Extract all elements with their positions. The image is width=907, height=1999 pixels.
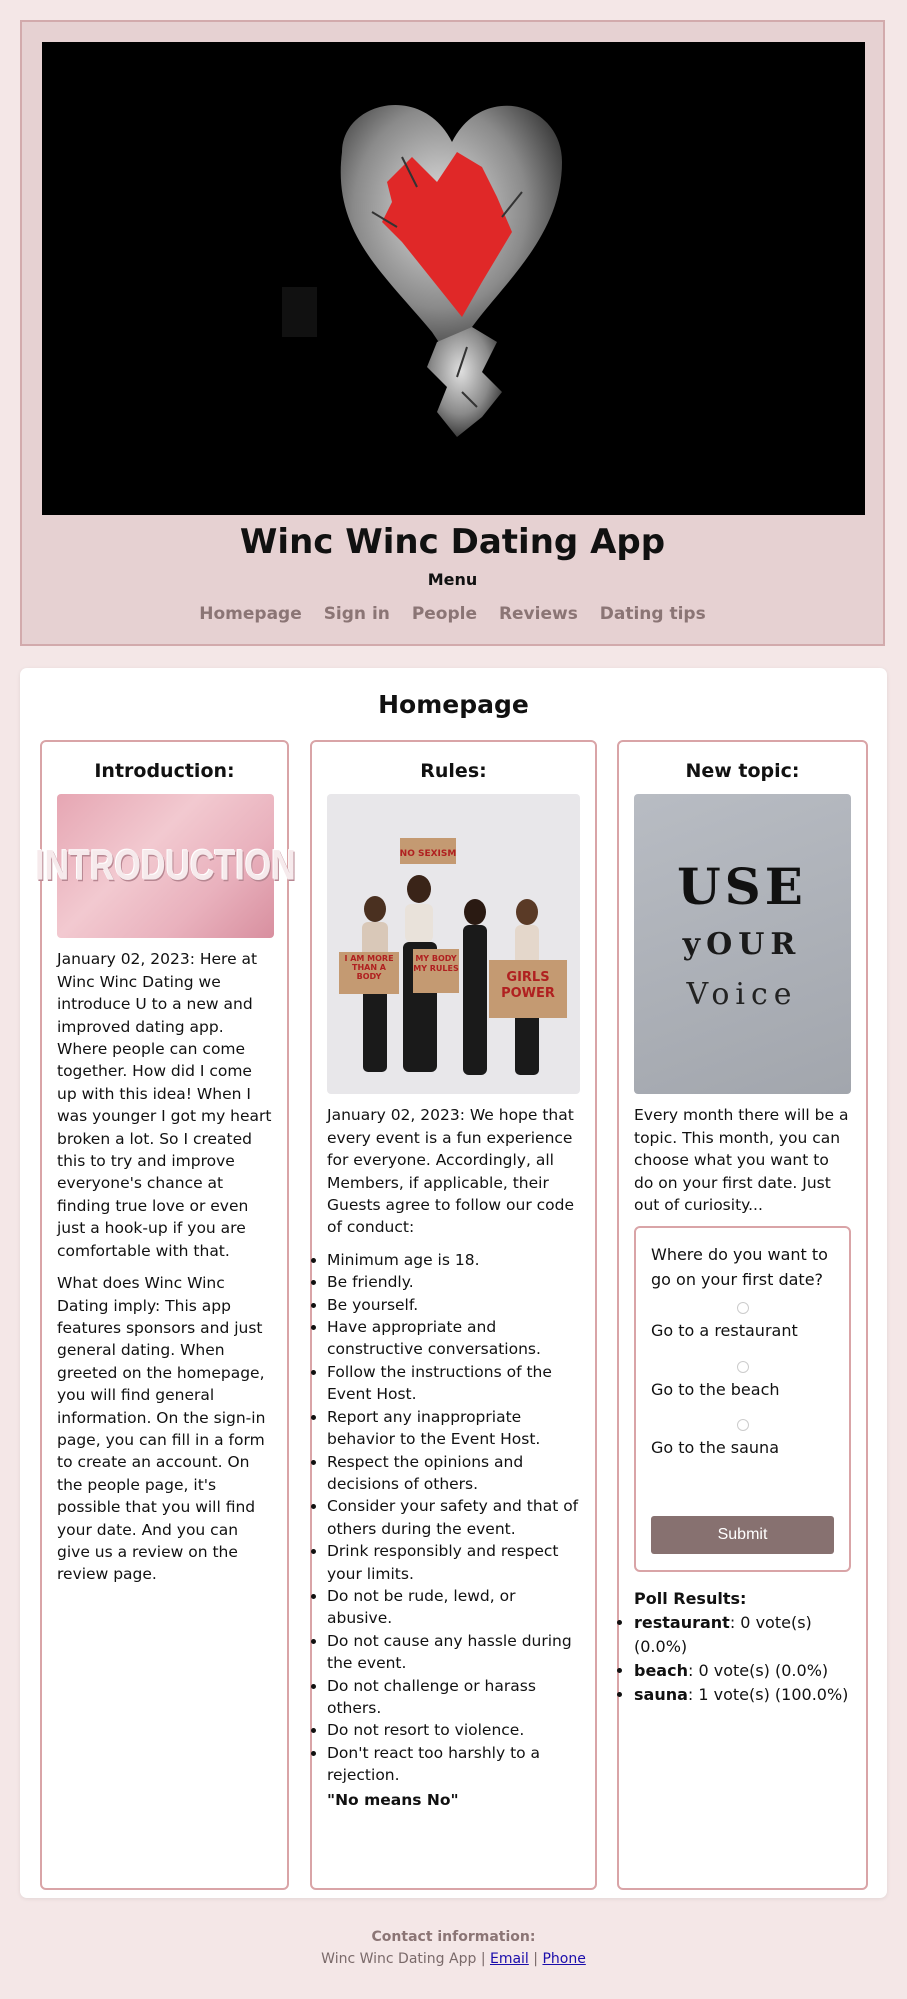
poll-results-list: restaurant: 0 vote(s) (0.0%) beach: 0 vo…: [618, 1611, 851, 1707]
protest-sign-girls-power: GIRLS POWER: [489, 960, 567, 1019]
rule-item: Do not challenge or harass others.: [327, 1675, 580, 1720]
rule-item: Have appropriate and constructive conver…: [327, 1316, 580, 1361]
introduction-heading: Introduction:: [94, 760, 235, 782]
sign-text-2: MY BODY MY RULES: [413, 954, 459, 974]
email-link[interactable]: Email: [490, 1951, 529, 1967]
page-title: Homepage: [378, 690, 529, 719]
rules-list: Minimum age is 18. Be friendly. Be yours…: [311, 1249, 580, 1787]
phone-link[interactable]: Phone: [542, 1951, 585, 1967]
rule-item: Drink responsibly and respect your limit…: [327, 1540, 580, 1585]
rules-intro: January 02, 2023: We hope that every eve…: [327, 1106, 575, 1237]
poll-result-item: sauna: 1 vote(s) (100.0%): [634, 1683, 851, 1707]
nav-people[interactable]: People: [412, 604, 477, 624]
collage-word-1: yOUR: [682, 927, 802, 962]
rule-item: Do not resort to violence.: [327, 1719, 580, 1741]
rule-item: Follow the instructions of the Event Hos…: [327, 1361, 580, 1406]
introduction-image-text: INTRODUCTION: [35, 842, 296, 890]
poll-result-name: restaurant: [634, 1612, 730, 1632]
rule-item: Be friendly.: [327, 1271, 580, 1293]
broken-heart-icon: [282, 104, 562, 437]
new-topic-card: New topic: USE yOUR Voice Every month th…: [617, 740, 868, 1890]
poll-result-name: sauna: [634, 1684, 688, 1704]
footer-separator: |: [533, 1951, 538, 1967]
sign-text-3: GIRLS POWER: [501, 970, 555, 1002]
nav-homepage[interactable]: Homepage: [199, 604, 302, 624]
protest-sign-my-body: MY BODY MY RULES: [413, 949, 459, 994]
protest-women-illustration: NO SEXISM I AM MORE THAN A BODY MY BODY …: [339, 838, 567, 1076]
poll-result-count: : 1 vote(s) (100.0%): [687, 1684, 849, 1704]
site-header: Winc Winc Dating App Menu Homepage Sign …: [20, 20, 885, 646]
rule-item: Do not be rude, lewd, or abusive.: [327, 1585, 580, 1630]
main-content: Homepage Introduction: INTRODUCTION Janu…: [20, 668, 887, 1898]
poll-option-label: Go to the sauna: [651, 1438, 779, 1458]
poll-option-sauna[interactable]: Go to the sauna: [651, 1419, 834, 1457]
nav-dating-tips[interactable]: Dating tips: [600, 604, 706, 624]
poll-option-label: Go to a restaurant: [651, 1321, 798, 1341]
rules-closing: "No means No": [327, 1790, 459, 1809]
first-date-poll: Where do you want to go on your first da…: [634, 1226, 851, 1573]
poll-option-beach[interactable]: Go to the beach: [651, 1360, 834, 1399]
poll-radio-beach[interactable]: [736, 1360, 749, 1373]
rule-item: Do not cause any hassle during the event…: [327, 1630, 580, 1675]
broken-heart-hero-image: [42, 42, 865, 515]
sign-text-1: I AM MORE THAN A BODY: [344, 954, 394, 982]
sign-text-0: NO SEXISM: [400, 849, 457, 859]
introduction-card: Introduction: INTRODUCTION January 02, 2…: [35, 740, 296, 1890]
nav-reviews[interactable]: Reviews: [499, 604, 578, 624]
protest-sign-more-than-body: I AM MORE THAN A BODY: [339, 952, 399, 995]
contact-line: Winc Winc Dating App | Email | Phone: [0, 1948, 907, 1970]
poll-radio-sauna[interactable]: [736, 1419, 749, 1432]
use-your-voice-image: USE yOUR Voice: [634, 794, 851, 1095]
poll-question: Where do you want to go on your first da…: [651, 1245, 828, 1290]
poll-results-title: Poll Results:: [634, 1589, 747, 1609]
rule-item: Respect the opinions and decisions of ot…: [327, 1451, 580, 1496]
rule-item: Don't react too harshly to a rejection.: [327, 1742, 580, 1787]
rule-item: Minimum age is 18.: [327, 1249, 580, 1271]
poll-result-count: : 0 vote(s) (0.0%): [687, 1660, 829, 1680]
nav-sign-in[interactable]: Sign in: [324, 604, 390, 624]
rules-heading: Rules:: [420, 760, 487, 782]
poll-option-restaurant[interactable]: Go to a restaurant: [651, 1302, 834, 1340]
main-nav: Homepage Sign in People Reviews Dating t…: [22, 604, 883, 624]
collage-word-2: Voice: [685, 977, 797, 1012]
poll-option-label: Go to the beach: [651, 1379, 780, 1399]
footer-separator: |: [480, 1951, 486, 1967]
poll-result-name: beach: [634, 1660, 688, 1680]
poll-result-item: restaurant: 0 vote(s) (0.0%): [634, 1611, 851, 1659]
site-footer: Contact information: Winc Winc Dating Ap…: [0, 1926, 907, 1970]
introduction-paragraph-2: What does Winc Winc Dating imply: This a…: [57, 1274, 266, 1584]
rules-card: Rules: NO SEXISM I AM MORE THAN A BODY M…: [310, 740, 597, 1890]
rule-item: Report any inappropriate behavior to the…: [327, 1406, 580, 1451]
poll-submit-button[interactable]: Submit: [651, 1516, 834, 1555]
rule-item: Be yourself.: [327, 1294, 580, 1316]
contact-title: Contact information:: [371, 1929, 536, 1945]
collage-word-0: USE: [677, 857, 807, 916]
rules-protest-image: NO SEXISM I AM MORE THAN A BODY MY BODY …: [327, 794, 580, 1095]
site-title: Winc Winc Dating App: [239, 522, 666, 562]
footer-app-name: Winc Winc Dating App: [321, 1951, 477, 1967]
rule-item: Consider your safety and that of others …: [327, 1495, 580, 1540]
introduction-paragraph-1: January 02, 2023: Here at Winc Winc Dati…: [57, 950, 272, 1260]
introduction-image: INTRODUCTION: [35, 794, 296, 939]
new-topic-heading: New topic:: [685, 760, 800, 782]
topic-description: Every month there will be a topic. This …: [634, 1106, 849, 1215]
protest-sign-no-sexism: NO SEXISM: [400, 838, 457, 865]
poll-radio-restaurant[interactable]: [736, 1302, 749, 1315]
collage-letters-illustration: USE yOUR Voice: [677, 857, 807, 1012]
poll-result-item: beach: 0 vote(s) (0.0%): [634, 1659, 851, 1683]
menu-label: Menu: [427, 570, 478, 589]
